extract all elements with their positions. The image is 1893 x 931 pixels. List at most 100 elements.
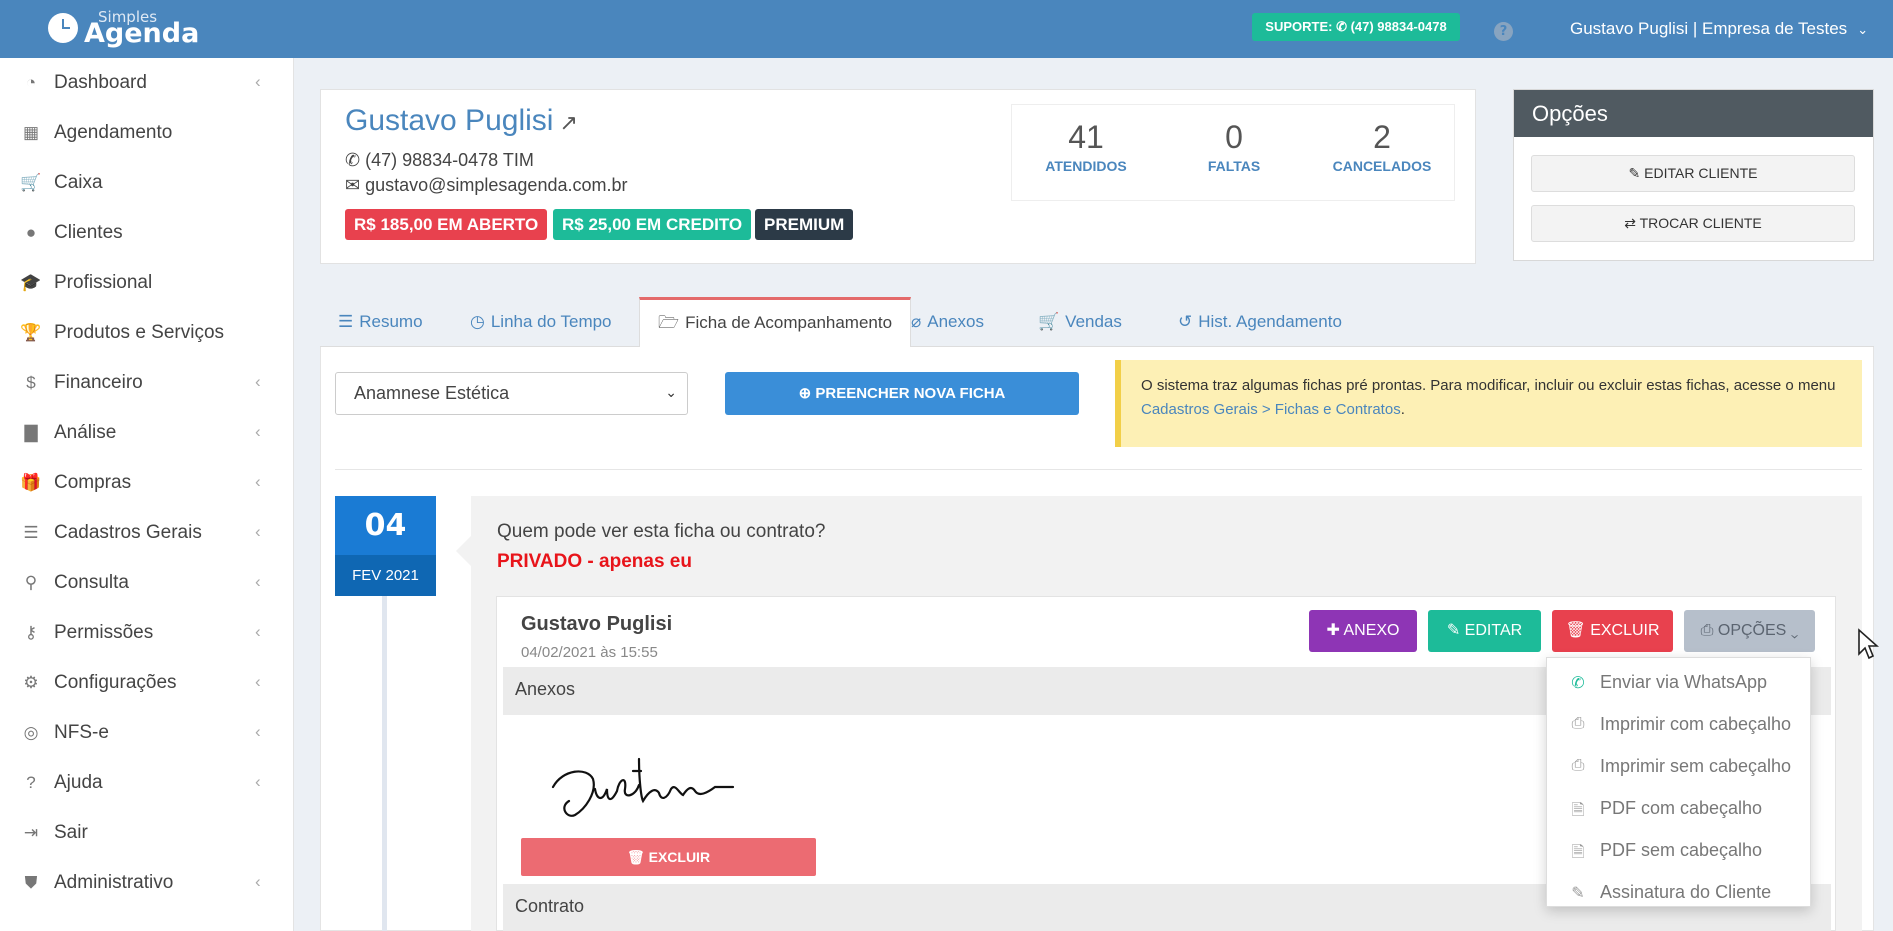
options-title: Opções — [1514, 90, 1873, 137]
sidebar-item-financeiro[interactable]: $ Financeiro ‹ — [0, 358, 294, 408]
chevron-left-icon: ‹ — [255, 72, 261, 91]
sidebar-item-agendamento[interactable]: ▦ Agendamento — [0, 108, 294, 158]
dropdown-item-label: PDF com cabeçalho — [1600, 798, 1763, 818]
cart-icon: 🛒 — [1038, 312, 1060, 331]
sidebar-item-caixa[interactable]: 🛒 Caixa — [0, 158, 294, 208]
pie-chart-icon: ◔ — [25, 73, 37, 92]
sidebar-item-configura-es[interactable]: ⚙ Configurações ‹ — [0, 658, 294, 708]
stat-atendidos: 41 ATENDIDOS — [1012, 119, 1160, 174]
dropdown-item-pdf-sem-cabecalho[interactable]: 🗎 PDF sem cabeçalho — [1547, 830, 1812, 872]
dropdown-item-imprimir-com-cabecalho[interactable]: ⎙ Imprimir com cabeçalho — [1547, 704, 1812, 746]
chevron-left-icon: ‹ — [255, 722, 261, 741]
fill-new-form-button[interactable]: ⊕ PREENCHER NOVA FICHA — [725, 372, 1079, 415]
sidebar-item-consulta[interactable]: ⚲ Consulta ‹ — [0, 558, 294, 608]
alert-end: . — [1400, 401, 1405, 418]
sidebar-item-label: Permissões — [54, 622, 154, 643]
client-header: Gustavo Puglisi ↗ ✆ (47) 98834-0478 TIM ✉… — [320, 89, 1476, 264]
gears-icon: ⚙ — [23, 673, 39, 692]
dropdown-item-label: Imprimir sem cabeçalho — [1600, 756, 1792, 776]
sidebar-item-label: Dashboard — [54, 72, 147, 93]
entry-month: FEV 2021 — [335, 555, 436, 596]
sidebar-item-label: Agendamento — [54, 122, 173, 143]
search-icon: ⚲ — [24, 573, 38, 592]
folder-open-icon: 🗁 — [658, 313, 680, 332]
target-icon: ◎ — [23, 723, 39, 742]
support-badge[interactable]: SUPORTE: ✆ (47) 98834-0478 — [1252, 13, 1460, 41]
tab-vendas[interactable]: 🛒 Vendas — [1020, 297, 1140, 347]
logo-line2: Agenda — [84, 18, 200, 49]
sidebar-item-administrativo[interactable]: ⛊ Administrativo ‹ — [0, 858, 294, 908]
sidebar: ◔ Dashboard ‹ ▦ Agendamento 🛒 Caixa ● Clientes 🎓 P… — [0, 58, 294, 931]
app-logo[interactable]: Simples Agenda — [48, 8, 200, 52]
options-panel: Opções ✎ EDITAR CLIENTE ⇄ TROCAR CLIENTE — [1513, 89, 1874, 261]
entry-date: 04 FEV 2021 — [335, 496, 436, 596]
sidebar-item-sair[interactable]: ⇥ Sair — [0, 808, 294, 858]
sidebar-item-nfs-e[interactable]: ◎ NFS-e ‹ — [0, 708, 294, 758]
options-dropdown: ✆ Enviar via WhatsApp ⎙ Imprimir com cabeça… — [1546, 657, 1811, 907]
chevron-left-icon: ‹ — [255, 622, 261, 641]
dropdown-item-label: Enviar via WhatsApp — [1600, 672, 1768, 692]
timeline-line — [382, 596, 387, 931]
sidebar-item-label: Consulta — [54, 572, 129, 593]
open-balance-badge: R$ 185,00 EM ABERTO — [345, 209, 548, 240]
mouse-cursor-icon — [1858, 628, 1879, 660]
dropdown-item-pdf-com-cabecalho[interactable]: 🗎 PDF com cabeçalho — [1547, 788, 1812, 830]
sidebar-item-ajuda[interactable]: ? Ajuda ‹ — [0, 758, 294, 808]
client-name[interactable]: Gustavo Puglisi ↗ — [345, 104, 578, 138]
sidebar-item-clientes[interactable]: ● Clientes — [0, 208, 294, 258]
visibility-question: Quem pode ver esta ficha ou contrato? — [497, 521, 826, 542]
client-stats: 41 ATENDIDOS 0 FALTAS 2 CANCELADOS — [1011, 104, 1455, 201]
tab-hist-agendamento[interactable]: ↺ Hist. Agendamento — [1160, 297, 1360, 347]
swap-client-button[interactable]: ⇄ TROCAR CLIENTE — [1531, 205, 1855, 242]
client-phone: ✆ (47) 98834-0478 TIM — [345, 150, 534, 170]
tab-linha-do-tempo[interactable]: ◷ Linha do Tempo — [452, 297, 630, 347]
sidebar-item-label: Caixa — [54, 172, 103, 193]
sidebar-item-permiss-es[interactable]: ⚷ Permissões ‹ — [0, 608, 294, 658]
bar-chart-icon: ▇ — [24, 423, 38, 442]
pdf-icon: 🗎 — [1571, 802, 1585, 819]
tab-label: Anexos — [927, 312, 984, 331]
signature-icon: ✎ — [1571, 885, 1585, 902]
help-icon[interactable]: ? — [1494, 22, 1513, 41]
tab-label: Hist. Agendamento — [1198, 312, 1342, 331]
clock-icon — [48, 13, 78, 43]
external-link-icon[interactable]: ↗ — [559, 110, 577, 135]
ficha-select[interactable]: Anamnese Estética ⌄ — [335, 372, 688, 415]
sidebar-item-profissional[interactable]: 🎓 Profissional — [0, 258, 294, 308]
edit-client-button[interactable]: ✎ EDITAR CLIENTE — [1531, 155, 1855, 192]
sidebar-item-label: Sair — [54, 822, 88, 843]
add-attachment-button[interactable]: ✚ ANEXO — [1309, 610, 1417, 652]
edit-button[interactable]: ✎ EDITAR — [1428, 610, 1541, 652]
tab-anexos[interactable]: ⌀ Anexos — [893, 297, 1002, 347]
user-name: Gustavo Puglisi | Empresa de Testes — [1570, 19, 1848, 38]
stat-faltas: 0 FALTAS — [1160, 119, 1308, 174]
delete-signature-button[interactable]: 🗑 EXCLUIR — [521, 838, 816, 876]
sidebar-item-dashboard[interactable]: ◔ Dashboard ‹ — [0, 58, 294, 108]
sidebar-item-cadastros-gerais[interactable]: ☰ Cadastros Gerais ‹ — [0, 508, 294, 558]
dropdown-item-imprimir-sem-cabecalho[interactable]: ⎙ Imprimir sem cabeçalho — [1547, 746, 1812, 788]
dropdown-item-enviar-via-whatsapp[interactable]: ✆ Enviar via WhatsApp — [1547, 662, 1812, 704]
stat-value: 2 — [1373, 119, 1391, 155]
whatsapp-icon: ✆ — [1571, 675, 1585, 692]
tab-ficha-de-acompanhamento[interactable]: 🗁 Ficha de Acompanhamento — [639, 297, 912, 348]
user-menu[interactable]: Gustavo Puglisi | Empresa de Testes ⌄ — [1570, 19, 1868, 39]
sidebar-item-compras[interactable]: 🎁 Compras ‹ — [0, 458, 294, 508]
sidebar-item-label: Administrativo — [54, 872, 174, 893]
card-datetime: 04/02/2021 às 15:55 — [521, 644, 658, 661]
dropdown-item-assinatura-do-cliente[interactable]: ✎ Assinatura do Cliente — [1547, 872, 1812, 914]
select-value: Anamnese Estética — [354, 383, 510, 403]
print-icon: ⎙ — [1571, 757, 1585, 774]
sidebar-item-an-lise[interactable]: ▇ Análise ‹ — [0, 408, 294, 458]
client-email: ✉ gustavo@simplesagenda.com.br — [345, 175, 628, 195]
visibility-value: PRIVADO - apenas eu — [497, 551, 692, 572]
delete-button[interactable]: 🗑 EXCLUIR — [1552, 610, 1673, 652]
tab-resumo[interactable]: ☰ Resumo — [320, 297, 441, 347]
sidebar-item-label: Cadastros Gerais — [54, 522, 202, 543]
options-button[interactable]: ⎙ OPÇÕES ⌄ — [1684, 610, 1815, 652]
tab-label: Resumo — [359, 312, 423, 331]
dropdown-item-label: Assinatura do Cliente — [1600, 882, 1772, 902]
chevron-left-icon: ‹ — [255, 422, 261, 441]
chevron-down-icon: ⌄ — [1857, 22, 1869, 37]
sidebar-item-produtos-e-servi-os[interactable]: 🏆 Produtos e Serviços — [0, 308, 294, 358]
alert-link[interactable]: Cadastros Gerais > Fichas e Contratos — [1141, 401, 1401, 418]
